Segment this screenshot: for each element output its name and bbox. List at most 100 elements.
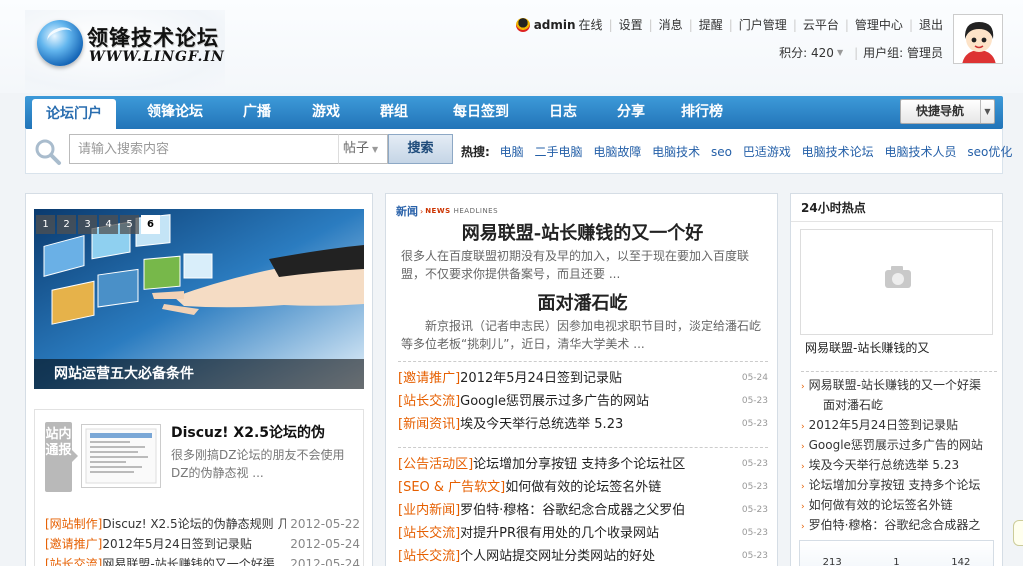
hot-link[interactable]: seo优化 <box>967 145 1012 159</box>
list-title[interactable]: Discuz! X2.5论坛的伪静态规则 几 <box>102 514 286 534</box>
list-title[interactable]: 个人网站提交网址分类网站的好处 <box>460 545 740 566</box>
hot-link[interactable]: 电脑技术 <box>652 145 700 159</box>
list-category[interactable]: [网站制作] <box>45 514 102 534</box>
list-item[interactable]: [公告活动区] 论坛增加分享按钮 支持多个论坛社区 05-23 <box>398 453 768 476</box>
nav-item-blog[interactable]: 日志 <box>537 96 589 129</box>
hot-link[interactable]: 巴适游戏 <box>743 145 791 159</box>
nav-item-ranking[interactable]: 排行榜 <box>670 96 734 129</box>
list-title[interactable]: 2012年5月24日签到记录贴 <box>102 534 286 554</box>
quick-nav-button[interactable]: 快捷导航 ▼ <box>900 99 995 124</box>
hot-image-caption[interactable]: 网易联盟-站长赚钱的又 <box>805 339 929 356</box>
nav-item-daily-checkin[interactable]: 每日签到 <box>438 96 524 129</box>
hot-list-item[interactable]: › 罗伯特·穆格：谷歌纪念合成器之 <box>801 515 997 535</box>
hot-item-title[interactable]: 论坛增加分享按钮 支持多个论坛 <box>809 478 981 492</box>
list-item[interactable]: [业内新闻] 罗伯特·穆格：谷歌纪念合成器之父罗伯 05-23 <box>398 499 768 522</box>
user-link[interactable]: 退出 <box>919 18 943 32</box>
list-category[interactable]: [站长交流] <box>398 522 460 545</box>
points-link[interactable]: 积分: 420 <box>779 44 834 61</box>
list-title[interactable]: 网易联盟-站长赚钱的又一个好渠 <box>102 554 286 566</box>
hot-item-title[interactable]: 埃及今天举行总统选举 5.23 <box>809 458 960 472</box>
list-title[interactable]: 2012年5月24日签到记录贴 <box>460 367 740 390</box>
list-category[interactable]: [SEO & 广告软文] <box>398 476 505 499</box>
hot-item-title[interactable]: 罗伯特·穆格：谷歌纪念合成器之 <box>809 518 981 532</box>
hot-item-title[interactable]: 网易联盟-站长赚钱的又一个好渠 <box>809 378 981 392</box>
list-category[interactable]: [公告活动区] <box>398 453 473 476</box>
user-link[interactable]: 云平台 <box>803 18 839 32</box>
list-item[interactable]: [邀请推广] 2012年5月24日签到记录贴 05-24 <box>398 367 768 390</box>
list-item[interactable]: [邀请推广] 2012年5月24日签到记录贴 2012-05-24 <box>45 534 360 554</box>
search-input[interactable] <box>69 134 339 164</box>
nav-item-forum[interactable]: 领锋论坛 <box>130 96 220 129</box>
nav-item-games[interactable]: 游戏 <box>298 96 354 129</box>
nav-item-portal[interactable]: 论坛门户 <box>32 99 116 129</box>
user-link[interactable]: 管理中心 <box>855 18 903 32</box>
hot-list-item[interactable]: › 如何做有效的论坛签名外链 <box>801 495 997 515</box>
hot-list-item[interactable]: › 2012年5月24日签到记录贴 <box>801 415 997 435</box>
list-category[interactable]: [新闻资讯] <box>398 413 460 436</box>
hot-image-placeholder[interactable] <box>800 229 993 335</box>
feature-title[interactable]: Discuz! X2.5论坛的伪 <box>171 422 325 442</box>
search-type-select[interactable]: 帖子 ▼ <box>338 134 388 164</box>
hot-link[interactable]: 电脑 <box>500 145 524 159</box>
list-item[interactable]: [网站制作] Discuz! X2.5论坛的伪静态规则 几 2012-05-22 <box>45 514 360 534</box>
list-title[interactable]: 论坛增加分享按钮 支持多个论坛社区 <box>473 453 740 476</box>
hot-link[interactable]: 电脑技术人员 <box>885 145 957 159</box>
list-title[interactable]: 罗伯特·穆格：谷歌纪念合成器之父罗伯 <box>460 499 740 522</box>
avatar[interactable] <box>953 14 1003 64</box>
hot-link[interactable]: 电脑技术论坛 <box>802 145 874 159</box>
list-category[interactable]: [邀请推广] <box>45 534 102 554</box>
headline-title[interactable]: 网易联盟-站长赚钱的又一个好 <box>386 219 779 245</box>
hot-list-item[interactable]: › 埃及今天举行总统选举 5.23 <box>801 455 997 475</box>
nav-item-groups[interactable]: 群组 <box>366 96 422 129</box>
slider-page-button[interactable]: 6 <box>141 215 160 234</box>
list-category[interactable]: [业内新闻] <box>398 499 460 522</box>
list-item[interactable]: [站长交流] 对提升PR很有用处的几个收录网站 05-23 <box>398 522 768 545</box>
floating-scroll-tab[interactable] <box>1013 520 1023 546</box>
slider-page-button[interactable]: 4 <box>99 215 118 234</box>
hot-item-title[interactable]: 如何做有效的论坛签名外链 <box>809 498 953 512</box>
search-button[interactable]: 搜索 <box>388 134 453 164</box>
list-title[interactable]: 如何做有效的论坛签名外链 <box>505 476 740 499</box>
hot-list-item[interactable]: 面对潘石屹 <box>801 395 997 415</box>
hot-item-title[interactable]: 2012年5月24日签到记录贴 <box>809 418 958 432</box>
list-category[interactable]: [站长交流] <box>45 554 102 566</box>
user-link[interactable]: 门户管理 <box>739 18 787 32</box>
image-slider[interactable]: 123456 网站运营五大必备条件 <box>34 209 364 389</box>
slider-page-button[interactable]: 5 <box>120 215 139 234</box>
list-item[interactable]: [新闻资讯] 埃及今天举行总统选举 5.23 05-23 <box>398 413 768 436</box>
slider-page-button[interactable]: 3 <box>78 215 97 234</box>
nav-item-broadcast[interactable]: 广播 <box>227 96 287 129</box>
user-link[interactable]: 提醒 <box>699 18 723 32</box>
hot-list-item[interactable]: › 论坛增加分享按钮 支持多个论坛 <box>801 475 997 495</box>
chevron-down-icon[interactable]: ▼ <box>980 100 994 123</box>
list-category[interactable]: [站长交流] <box>398 545 460 566</box>
username-link[interactable]: admin <box>534 18 576 32</box>
list-item[interactable]: [站长交流] 网易联盟-站长赚钱的又一个好渠 2012-05-24 <box>45 554 360 566</box>
feature-thumbnail[interactable] <box>81 424 161 488</box>
hot-list-item[interactable]: › 网易联盟-站长赚钱的又一个好渠 <box>801 375 997 395</box>
list-title[interactable]: Google惩罚展示过多广告的网站 <box>460 390 740 413</box>
headline-title[interactable]: 面对潘石屹 <box>386 289 779 315</box>
nav-item-share[interactable]: 分享 <box>603 96 659 129</box>
list-item[interactable]: [SEO & 广告软文] 如何做有效的论坛签名外链 05-23 <box>398 476 768 499</box>
site-logo[interactable]: 领锋技术论坛 WWW.LINGF.IN <box>25 10 225 90</box>
hot-link[interactable]: 二手电脑 <box>534 145 582 159</box>
hot-link[interactable]: seo <box>711 145 732 159</box>
slider-caption[interactable]: 网站运营五大必备条件 <box>34 359 364 389</box>
hot-item-title[interactable]: Google惩罚展示过多广告的网站 <box>809 438 983 452</box>
user-link[interactable]: 消息 <box>659 18 683 32</box>
slider-page-button[interactable]: 1 <box>36 215 55 234</box>
user-link[interactable]: 设置 <box>619 18 643 32</box>
user-group-link[interactable]: 用户组: 管理员 <box>863 44 943 61</box>
hot-item-title[interactable]: 面对潘石屹 <box>823 398 883 412</box>
list-item[interactable]: [站长交流] Google惩罚展示过多广告的网站 05-23 <box>398 390 768 413</box>
list-category[interactable]: [邀请推广] <box>398 367 460 390</box>
chevron-down-icon[interactable]: ▼ <box>837 48 843 57</box>
list-category[interactable]: [站长交流] <box>398 390 460 413</box>
hot-link[interactable]: 电脑故障 <box>593 145 641 159</box>
list-title[interactable]: 对提升PR很有用处的几个收录网站 <box>460 522 740 545</box>
list-item[interactable]: [站长交流] 个人网站提交网址分类网站的好处 05-23 <box>398 545 768 566</box>
slider-page-button[interactable]: 2 <box>57 215 76 234</box>
list-title[interactable]: 埃及今天举行总统选举 5.23 <box>460 413 740 436</box>
hot-list-item[interactable]: › Google惩罚展示过多广告的网站 <box>801 435 997 455</box>
